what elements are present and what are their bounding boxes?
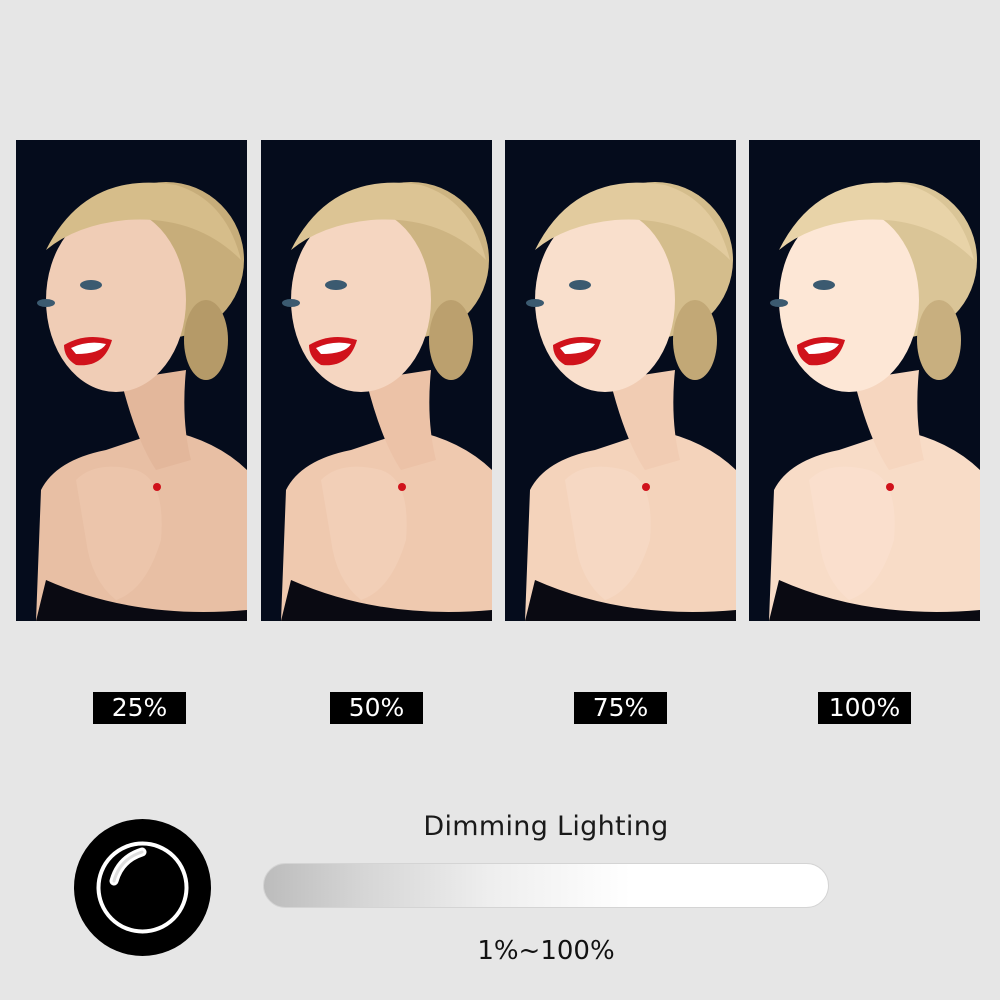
portrait-image <box>749 140 980 621</box>
portrait-image <box>16 140 247 621</box>
portrait-image <box>261 140 492 621</box>
brightness-label-100: 100% <box>818 692 911 724</box>
portrait-photo-75 <box>505 140 736 621</box>
portrait-photo-25 <box>16 140 247 621</box>
ring-light-icon <box>74 819 211 956</box>
brightness-label-75: 75% <box>574 692 667 724</box>
portrait-photo-50 <box>261 140 492 621</box>
portrait-image <box>505 140 736 621</box>
dimming-range: 1%~100% <box>477 936 615 966</box>
brightness-label-50: 50% <box>330 692 423 724</box>
portrait-photo-100 <box>749 140 980 621</box>
brightness-label-25: 25% <box>93 692 186 724</box>
dimming-gradient-bar <box>263 863 829 908</box>
dimming-title: Dimming Lighting <box>423 811 669 842</box>
